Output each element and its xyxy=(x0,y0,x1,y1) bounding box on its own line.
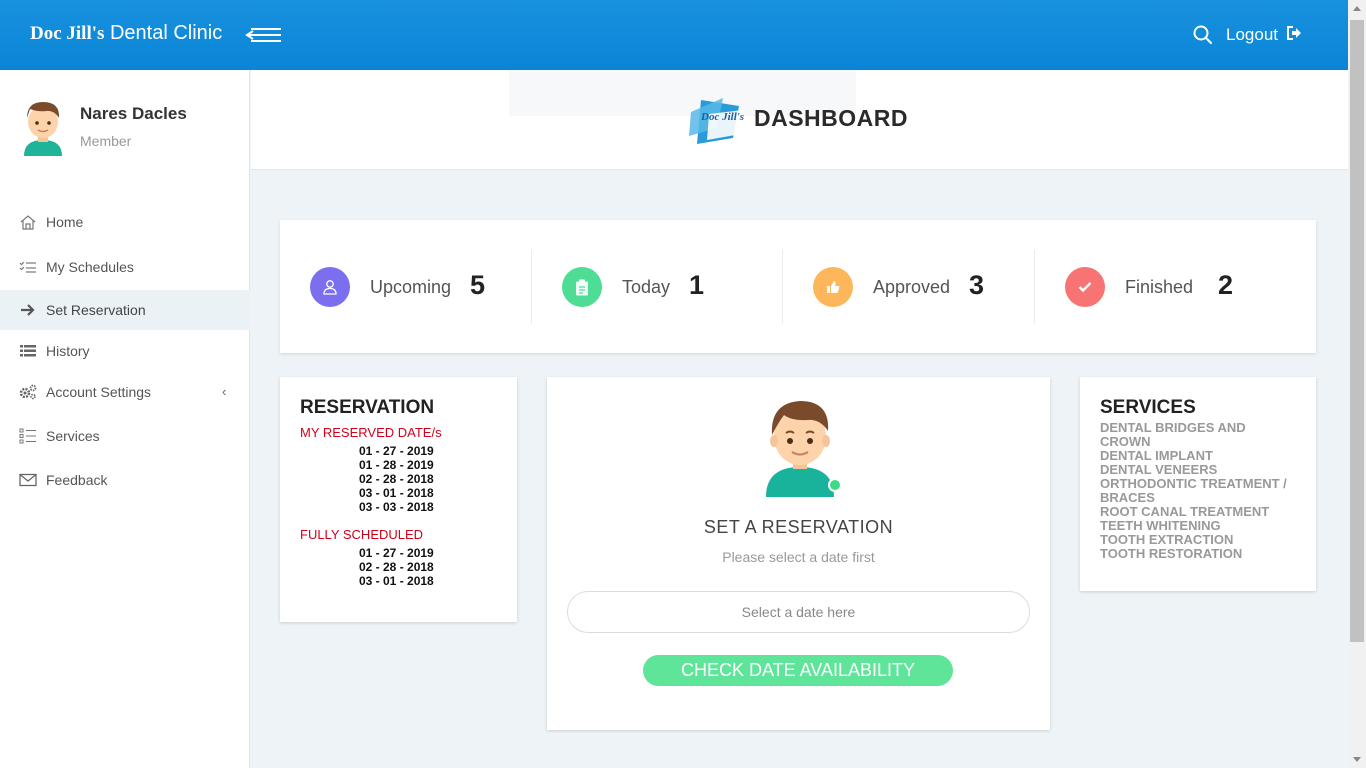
search-icon[interactable] xyxy=(1192,24,1214,46)
stat-label: Today xyxy=(622,277,671,297)
sidebar-item-services[interactable]: Services xyxy=(0,416,250,456)
top-bar: Doc Jill's Dental Clinic Logout xyxy=(0,0,1348,70)
list-item: 02 - 28 - 2018 xyxy=(359,472,434,486)
set-reservation-card: SET A RESERVATION Please select a date f… xyxy=(547,377,1050,730)
stat-value: 5 xyxy=(470,270,486,300)
chevron-left-icon: ‹ xyxy=(222,384,227,399)
fully-scheduled-list: 01 - 27 - 2019 02 - 28 - 2018 03 - 01 - … xyxy=(300,546,497,588)
clinic-logo-text: Doc Jill's xyxy=(700,111,744,123)
list-item: 03 - 01 - 2018 xyxy=(359,574,434,588)
sidebar-item-account-settings[interactable]: Account Settings ‹ xyxy=(0,372,250,412)
page-scrollbar[interactable] xyxy=(1348,0,1366,768)
services-card: SERVICES DENTAL BRIDGES AND CROWN DENTAL… xyxy=(1080,377,1316,591)
user-icon xyxy=(310,267,350,307)
list-item: 01 - 27 - 2019 xyxy=(359,444,434,458)
stat-value: 1 xyxy=(689,270,705,300)
sidebar-item-history[interactable]: History xyxy=(0,331,250,371)
sidebar-item-label: Account Settings xyxy=(46,384,152,400)
sidebar-item-label: Feedback xyxy=(46,472,108,488)
checklist-icon xyxy=(18,428,38,444)
scroll-up-arrow-icon[interactable] xyxy=(1348,0,1366,17)
stat-finished[interactable]: Finished 2 xyxy=(1035,250,1287,322)
date-input[interactable] xyxy=(567,591,1030,633)
menu-toggle-icon[interactable] xyxy=(245,24,285,46)
list-item: 03 - 01 - 2018 xyxy=(359,486,434,500)
list-item: 01 - 27 - 2019 xyxy=(359,546,434,560)
stat-today[interactable]: Today 1 xyxy=(532,250,784,322)
brand-name-rest: Dental Clinic xyxy=(109,22,223,44)
stat-label: Approved xyxy=(873,277,951,297)
logout-button[interactable]: Logout xyxy=(1226,25,1302,45)
list-item[interactable]: ORTHODONTIC TREATMENT / BRACES xyxy=(1100,477,1296,505)
avatar xyxy=(20,98,66,156)
user-profile: Nares Dacles Member xyxy=(0,70,250,180)
check-date-availability-button[interactable]: CHECK DATE AVAILABILITY xyxy=(643,655,953,686)
reserved-dates-list: 01 - 27 - 2019 01 - 28 - 2019 02 - 28 - … xyxy=(300,444,497,514)
stat-label: Upcoming xyxy=(370,277,452,297)
fully-scheduled-label: FULLY SCHEDULED xyxy=(300,527,424,542)
profile-role: Member xyxy=(80,133,132,149)
schedule-list-icon xyxy=(18,259,38,275)
sidebar-item-my-schedules[interactable]: My Schedules xyxy=(0,247,250,287)
page-title: DASHBOARD xyxy=(754,105,908,131)
list-item[interactable]: TOOTH EXTRACTION xyxy=(1100,533,1296,547)
stat-value: 3 xyxy=(969,270,985,300)
list-item[interactable]: DENTAL BRIDGES AND CROWN xyxy=(1100,421,1296,449)
list-item[interactable]: DENTAL VENEERS xyxy=(1100,463,1296,477)
list-item[interactable]: TEETH WHITENING xyxy=(1100,519,1296,533)
list-item[interactable]: ROOT CANAL TREATMENT xyxy=(1100,505,1296,519)
scroll-thumb[interactable] xyxy=(1350,20,1364,642)
list-item: 03 - 03 - 2018 xyxy=(359,500,434,514)
stat-upcoming[interactable]: Upcoming 5 xyxy=(280,250,532,322)
arrow-right-icon xyxy=(18,302,38,318)
clinic-logo: Doc Jill's xyxy=(687,94,747,148)
sidebar-item-set-reservation[interactable]: Set Reservation xyxy=(0,290,250,330)
gears-icon xyxy=(18,384,38,400)
sidebar-item-label: Services xyxy=(46,428,100,444)
avatar xyxy=(762,397,842,499)
sidebar-item-label: History xyxy=(46,343,90,359)
logout-label: Logout xyxy=(1226,25,1278,44)
reservation-card: RESERVATION MY RESERVED DATE/s 01 - 27 -… xyxy=(280,377,517,622)
clipboard-icon xyxy=(562,267,602,307)
reserved-dates-label: MY RESERVED DATE/s xyxy=(300,425,442,440)
services-title: SERVICES xyxy=(1100,397,1196,418)
sidebar-item-label: Set Reservation xyxy=(46,302,146,318)
scroll-down-arrow-icon[interactable] xyxy=(1348,751,1366,768)
sidebar-item-label: My Schedules xyxy=(46,259,134,275)
page-header: Doc Jill's DASHBOARD xyxy=(251,70,1348,170)
list-item[interactable]: TOOTH RESTORATION xyxy=(1100,547,1296,561)
set-reservation-subtitle: Please select a date first xyxy=(722,549,875,565)
profile-name: Nares Dacles xyxy=(80,104,187,123)
sidebar-item-label: Home xyxy=(46,214,84,230)
logout-icon xyxy=(1286,25,1302,45)
online-status-dot xyxy=(828,478,842,492)
list-item: 02 - 28 - 2018 xyxy=(359,560,434,574)
list-item[interactable]: DENTAL IMPLANT xyxy=(1100,449,1296,463)
stat-label: Finished xyxy=(1125,277,1194,297)
stat-approved[interactable]: Approved 3 xyxy=(783,250,1035,322)
reservation-title: RESERVATION xyxy=(300,397,435,418)
thumbs-up-icon xyxy=(813,267,853,307)
stats-panel: Upcoming 5 Today 1 Approved 3 Finished 2 xyxy=(280,220,1316,353)
sidebar-item-home[interactable]: Home xyxy=(0,202,250,242)
envelope-icon xyxy=(18,472,38,488)
sidebar: Nares Dacles Member Home My Schedules Se… xyxy=(0,70,250,768)
services-list: DENTAL BRIDGES AND CROWN DENTAL IMPLANT … xyxy=(1100,421,1296,561)
set-reservation-title: SET A RESERVATION xyxy=(703,517,894,537)
home-icon xyxy=(18,214,38,230)
list-item: 01 - 28 - 2019 xyxy=(359,458,434,472)
list-icon xyxy=(18,343,38,359)
check-icon xyxy=(1065,267,1105,307)
stat-value: 2 xyxy=(1218,270,1234,300)
sidebar-item-feedback[interactable]: Feedback xyxy=(0,460,250,500)
brand-name-bold: Doc Jill's xyxy=(30,23,105,44)
brand-title[interactable]: Doc Jill's Dental Clinic xyxy=(30,22,222,45)
